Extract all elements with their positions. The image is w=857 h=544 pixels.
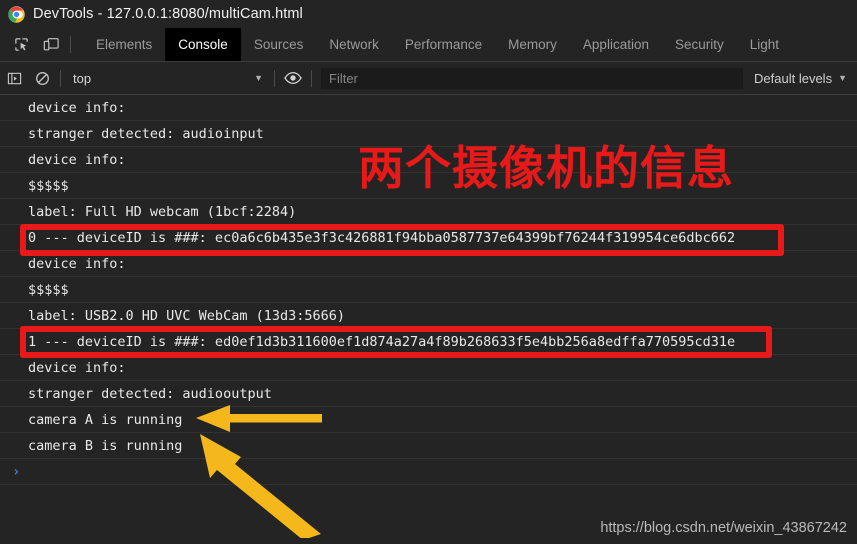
- log-text: device info:: [28, 255, 126, 272]
- tab-label: Performance: [404, 37, 483, 52]
- console-toolbar-divider-3: [311, 69, 312, 87]
- window-title: DevTools - 127.0.0.1:8080/multiCam.html: [33, 6, 303, 22]
- execution-context-select[interactable]: top ▼: [65, 67, 270, 89]
- console-sidebar-icon[interactable]: [0, 64, 28, 92]
- tab-elements[interactable]: Elements: [83, 28, 165, 61]
- log-text: $$$$$: [28, 177, 69, 194]
- console-toolbar: top ▼ Filter Default levels ▼: [0, 62, 857, 95]
- chevron-down-icon: ▼: [838, 73, 847, 83]
- tab-label: Application: [582, 37, 649, 52]
- console-output[interactable]: device info: stranger detected: audioinp…: [0, 95, 857, 485]
- tab-memory[interactable]: Memory: [495, 28, 570, 61]
- console-toolbar-divider: [60, 69, 61, 87]
- panel-tabs: Elements Console Sources Network Perform…: [83, 28, 792, 61]
- tab-security[interactable]: Security: [662, 28, 737, 61]
- log-text: camera B is running: [28, 437, 183, 454]
- log-row-camera-a[interactable]: camera A is running: [0, 407, 857, 433]
- log-text: device info:: [28, 99, 126, 116]
- prompt-chevron-icon: ›: [12, 463, 21, 480]
- tab-performance[interactable]: Performance: [392, 28, 495, 61]
- live-expression-eye-icon[interactable]: [279, 64, 307, 92]
- tab-application[interactable]: Application: [570, 28, 662, 61]
- log-levels-select[interactable]: Default levels ▼: [748, 71, 857, 86]
- tab-console[interactable]: Console: [165, 28, 241, 61]
- tab-label: Sources: [253, 37, 304, 52]
- tab-strip-tools: [0, 28, 83, 61]
- log-text: $$$$$: [28, 281, 69, 298]
- devtools-window: DevTools - 127.0.0.1:8080/multiCam.html …: [0, 0, 857, 544]
- tab-label: Console: [178, 37, 228, 52]
- filter-placeholder: Filter: [329, 70, 358, 86]
- title-bar: DevTools - 127.0.0.1:8080/multiCam.html: [0, 0, 857, 28]
- log-text: 1 --- deviceID is ###: ed0ef1d3b311600ef…: [28, 333, 736, 350]
- log-text: device info:: [28, 151, 126, 168]
- log-text: label: USB2.0 HD UVC WebCam (13d3:5666): [28, 307, 345, 324]
- watermark-url: https://blog.csdn.net/weixin_43867242: [600, 520, 847, 536]
- execution-context-value: top: [73, 70, 92, 86]
- log-row-device-id-0[interactable]: 0 --- deviceID is ###: ec0a6c6b435e3f3c4…: [0, 225, 857, 251]
- log-row[interactable]: label: USB2.0 HD UVC WebCam (13d3:5666): [0, 303, 857, 329]
- clear-console-icon[interactable]: [28, 64, 56, 92]
- tab-lighthouse[interactable]: Light: [737, 28, 792, 61]
- console-toolbar-divider-2: [274, 69, 275, 87]
- log-levels-label: Default levels: [754, 70, 833, 86]
- tab-label: Light: [749, 37, 780, 52]
- chrome-logo-icon: [8, 5, 25, 23]
- log-row-device-id-1[interactable]: 1 --- deviceID is ###: ed0ef1d3b311600ef…: [0, 329, 857, 355]
- log-row[interactable]: $$$$$: [0, 173, 857, 199]
- log-row[interactable]: stranger detected: audioinput: [0, 121, 857, 147]
- log-text: stranger detected: audiooutput: [28, 385, 272, 402]
- tab-label: Memory: [508, 37, 557, 52]
- log-row[interactable]: label: Full HD webcam (1bcf:2284): [0, 199, 857, 225]
- tab-sources[interactable]: Sources: [241, 28, 317, 61]
- filter-input[interactable]: Filter: [321, 67, 744, 89]
- chevron-down-icon: ▼: [254, 73, 263, 83]
- toolbar-divider: [70, 36, 71, 53]
- log-text: device info:: [28, 359, 126, 376]
- log-row-camera-b[interactable]: camera B is running: [0, 433, 857, 459]
- tab-label: Network: [329, 37, 379, 52]
- console-prompt[interactable]: ›: [0, 459, 857, 485]
- tab-label: Elements: [96, 37, 153, 52]
- tab-label: Security: [674, 37, 724, 52]
- inspect-element-icon[interactable]: [8, 32, 34, 58]
- log-row[interactable]: device info:: [0, 355, 857, 381]
- log-row[interactable]: $$$$$: [0, 277, 857, 303]
- log-text: camera A is running: [28, 411, 183, 428]
- device-toolbar-icon[interactable]: [38, 32, 64, 58]
- devtools-tab-strip: Elements Console Sources Network Perform…: [0, 28, 857, 62]
- log-text: 0 --- deviceID is ###: ec0a6c6b435e3f3c4…: [28, 229, 736, 246]
- log-row[interactable]: device info:: [0, 95, 857, 121]
- log-row[interactable]: device info:: [0, 251, 857, 277]
- tab-network[interactable]: Network: [316, 28, 392, 61]
- log-text: label: Full HD webcam (1bcf:2284): [28, 203, 297, 220]
- log-row[interactable]: stranger detected: audiooutput: [0, 381, 857, 407]
- log-row[interactable]: device info:: [0, 147, 857, 173]
- log-text: stranger detected: audioinput: [28, 125, 264, 142]
